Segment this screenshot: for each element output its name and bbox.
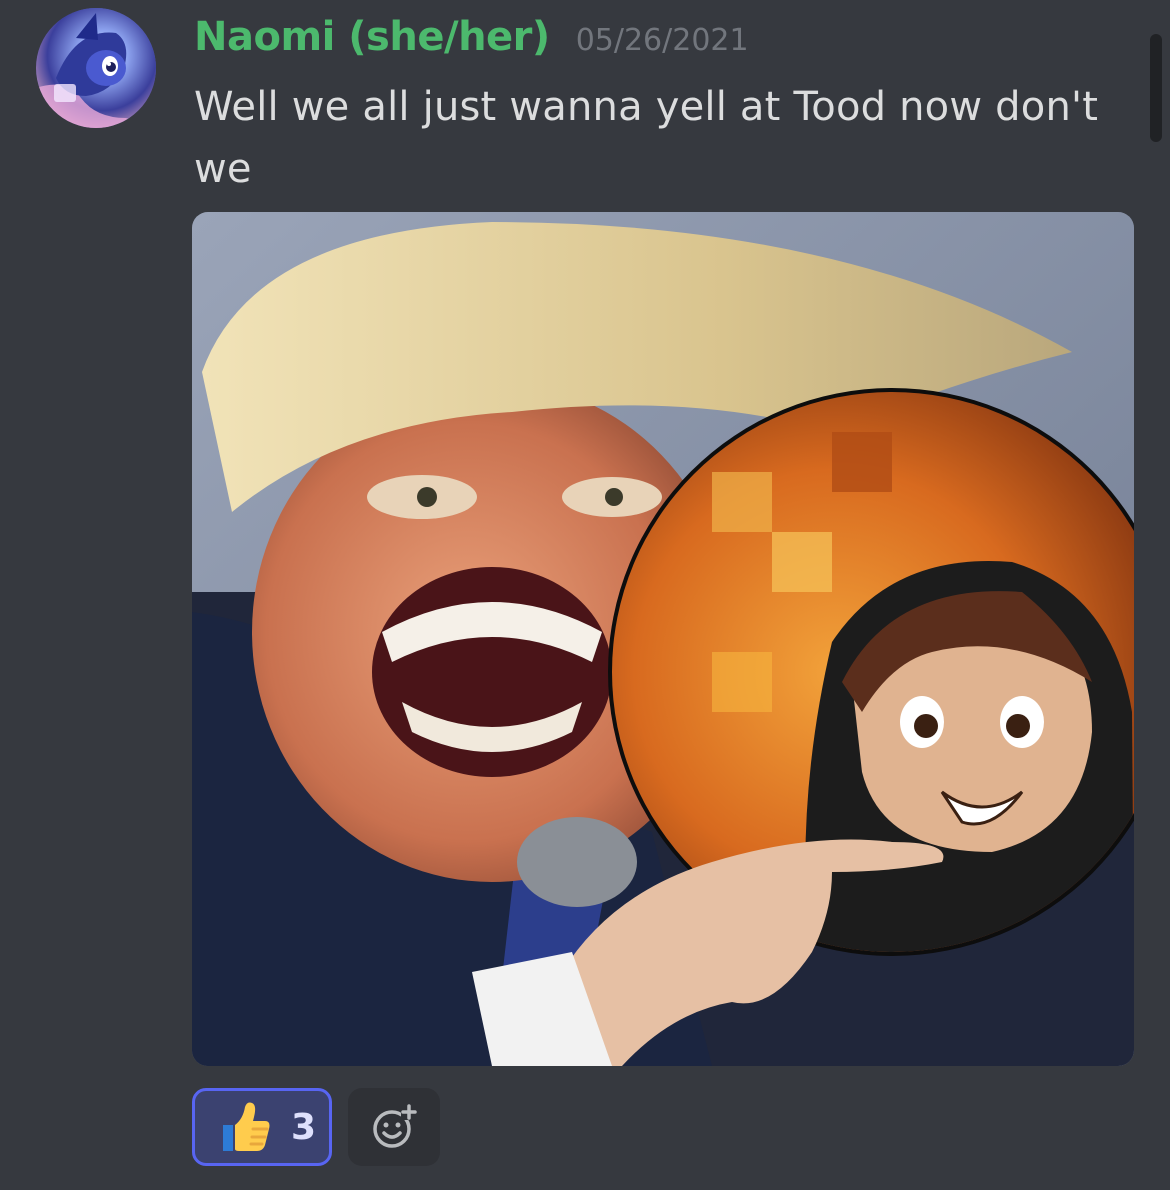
meme-image bbox=[192, 212, 1134, 1066]
scrollbar[interactable] bbox=[1150, 34, 1162, 142]
reaction-count: 3 bbox=[291, 1106, 317, 1148]
author-name[interactable]: Naomi (she/her) bbox=[194, 14, 550, 60]
pony-avatar-icon bbox=[36, 8, 156, 128]
message-timestamp: 05/26/2021 bbox=[575, 23, 749, 58]
user-avatar[interactable] bbox=[36, 8, 156, 128]
reactions-bar: 3 bbox=[192, 1088, 440, 1166]
image-attachment[interactable] bbox=[192, 212, 1134, 1066]
message-header: Naomi (she/her) 05/26/2021 bbox=[194, 14, 749, 60]
message-content: Well we all just wanna yell at Tood now … bbox=[194, 84, 1099, 192]
thumbs-up-icon bbox=[223, 1102, 270, 1151]
reaction-thumbs-up[interactable]: 3 bbox=[192, 1088, 332, 1166]
add-reaction-button[interactable] bbox=[348, 1088, 440, 1166]
add-reaction-icon bbox=[373, 1104, 417, 1148]
discord-message-view: Naomi (she/her) 05/26/2021 Well we all j… bbox=[0, 0, 1170, 1190]
